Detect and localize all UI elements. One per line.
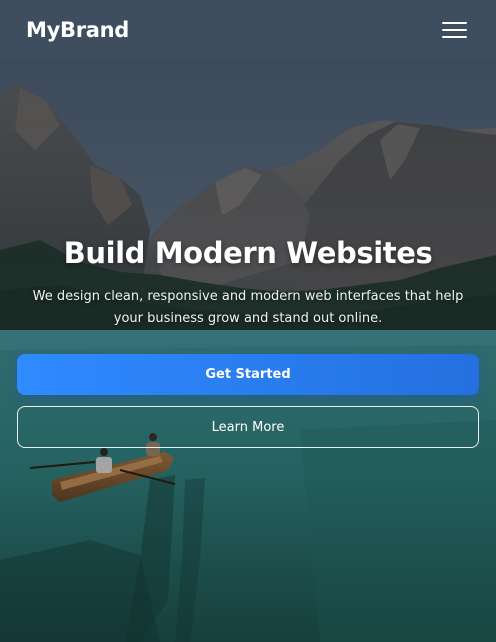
landing-page: MyBrand Build Modern Websites We design … — [0, 0, 496, 642]
get-started-button[interactable]: Get Started — [17, 354, 479, 395]
hero-subtitle: We design clean, responsive and modern w… — [32, 289, 464, 326]
menu-bar — [442, 21, 467, 24]
menu-bar — [442, 28, 467, 31]
hamburger-menu-icon[interactable] — [442, 20, 468, 40]
hero-section: Build Modern Websites We design clean, r… — [0, 230, 496, 448]
hero-title: Build Modern Websites — [63, 236, 433, 270]
menu-bar — [442, 35, 467, 38]
learn-more-button[interactable]: Learn More — [17, 406, 479, 448]
navbar: MyBrand — [0, 0, 496, 59]
brand-logo[interactable]: MyBrand — [26, 18, 129, 42]
